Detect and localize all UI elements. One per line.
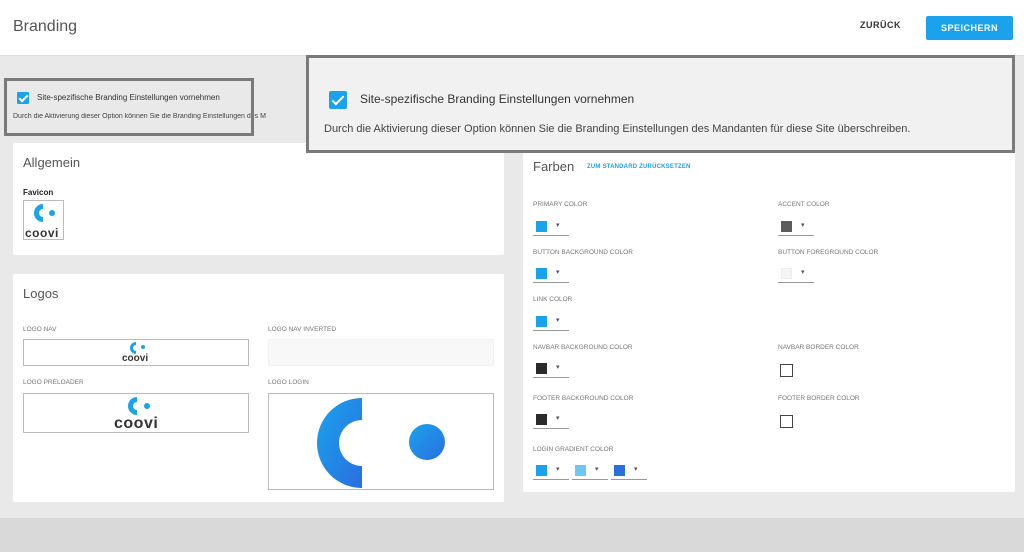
link-color-swatch [536,316,547,327]
farben-title: Farben [533,159,575,174]
link-color-picker[interactable]: ▾ [533,313,569,331]
login-gradient-color-picker-2[interactable]: ▾ [572,462,608,480]
button-foreground-color-swatch [781,268,792,279]
login-gradient-color-picker-3[interactable]: ▾ [611,462,647,480]
gradient-color-swatch-1 [536,465,547,476]
logos-title: Logos [23,286,59,301]
footer-border-color-label: FOOTER BORDER COLOR [778,395,860,402]
chevron-down-icon: ▾ [801,222,805,229]
footer-border-color-checkbox[interactable] [780,415,793,428]
footer-background-color-swatch [536,414,547,425]
primary-color-swatch [536,221,547,232]
site-branding-description-zoomed: Durch die Aktivierung dieser Option könn… [324,123,911,135]
logo-nav-inverted-upload[interactable] [268,339,494,366]
coovi-logo-icon [316,398,445,488]
primary-color-picker[interactable]: ▾ [533,218,569,236]
logo-preloader-label: LOGO PRELOADER [23,379,84,386]
favicon-label: Favicon [23,188,54,197]
footer-background-color-label: FOOTER BACKGROUND COLOR [533,395,634,402]
highlight-frame [4,78,254,136]
farben-card: Farben ZUM STANDARD ZURÜCKSETZEN PRIMARY… [523,143,1015,492]
login-gradient-color-label: LOGIN GRADIENT COLOR [533,446,614,453]
navbar-background-color-label: NAVBAR BACKGROUND COLOR [533,344,633,351]
footer-background-color-picker[interactable]: ▾ [533,411,569,429]
logo-nav-text: coovi [122,353,149,364]
chevron-down-icon: ▾ [595,466,599,473]
chevron-down-icon: ▾ [801,269,805,276]
coovi-logo-icon [128,397,150,415]
primary-color-label: PRIMARY COLOR [533,201,588,208]
button-background-color-swatch [536,268,547,279]
favicon-upload[interactable]: coovi [23,200,64,240]
logos-card: Logos LOGO NAV coovi LOGO NAV INVERTED L… [13,274,504,502]
header-bar: Branding ZURÜCK SPEICHERN [0,0,1024,56]
favicon-text: coovi [25,226,59,240]
gradient-color-swatch-2 [575,465,586,476]
allgemein-card: Allgemein Favicon coovi [13,143,504,255]
chevron-down-icon: ▾ [556,466,560,473]
logo-nav-label: LOGO NAV [23,326,57,333]
page-title: Branding [13,18,78,35]
button-background-color-picker[interactable]: ▾ [533,265,569,283]
site-branding-label-zoomed: Site-spezifische Branding Einstellungen … [360,92,635,106]
logo-login-upload[interactable] [268,393,494,490]
chevron-down-icon: ▾ [634,466,638,473]
page-footer-area [0,518,1024,552]
chevron-down-icon: ▾ [556,222,560,229]
gradient-color-swatch-3 [614,465,625,476]
chevron-down-icon: ▾ [556,364,560,371]
navbar-background-color-swatch [536,363,547,374]
accent-color-picker[interactable]: ▾ [778,218,814,236]
logo-nav-inverted-label: LOGO NAV INVERTED [268,326,337,333]
logo-login-label: LOGO LOGIN [268,379,309,386]
chevron-down-icon: ▾ [556,269,560,276]
reset-to-default-link[interactable]: ZUM STANDARD ZURÜCKSETZEN [587,164,691,170]
navbar-border-color-checkbox[interactable] [780,364,793,377]
logo-preloader-text: coovi [114,415,159,432]
site-branding-checkbox-zoomed[interactable] [329,91,347,109]
chevron-down-icon: ▾ [556,415,560,422]
zoom-callout: Site-spezifische Branding Einstellungen … [306,55,1015,153]
accent-color-swatch [781,221,792,232]
button-background-color-label: BUTTON BACKGROUND COLOR [533,249,633,256]
chevron-down-icon: ▾ [556,317,560,324]
logo-preloader-upload[interactable]: coovi [23,393,249,433]
button-foreground-color-label: BUTTON FOREGROUND COLOR [778,249,879,256]
logo-nav-upload[interactable]: coovi [23,339,249,366]
button-foreground-color-picker[interactable]: ▾ [778,265,814,283]
allgemein-title: Allgemein [23,155,81,170]
navbar-border-color-label: NAVBAR BORDER COLOR [778,344,859,351]
accent-color-label: ACCENT COLOR [778,201,830,208]
back-button[interactable]: ZURÜCK [860,20,901,30]
login-gradient-color-picker-1[interactable]: ▾ [533,462,569,480]
navbar-background-color-picker[interactable]: ▾ [533,360,569,378]
save-button[interactable]: SPEICHERN [926,16,1013,40]
link-color-label: LINK COLOR [533,296,573,303]
